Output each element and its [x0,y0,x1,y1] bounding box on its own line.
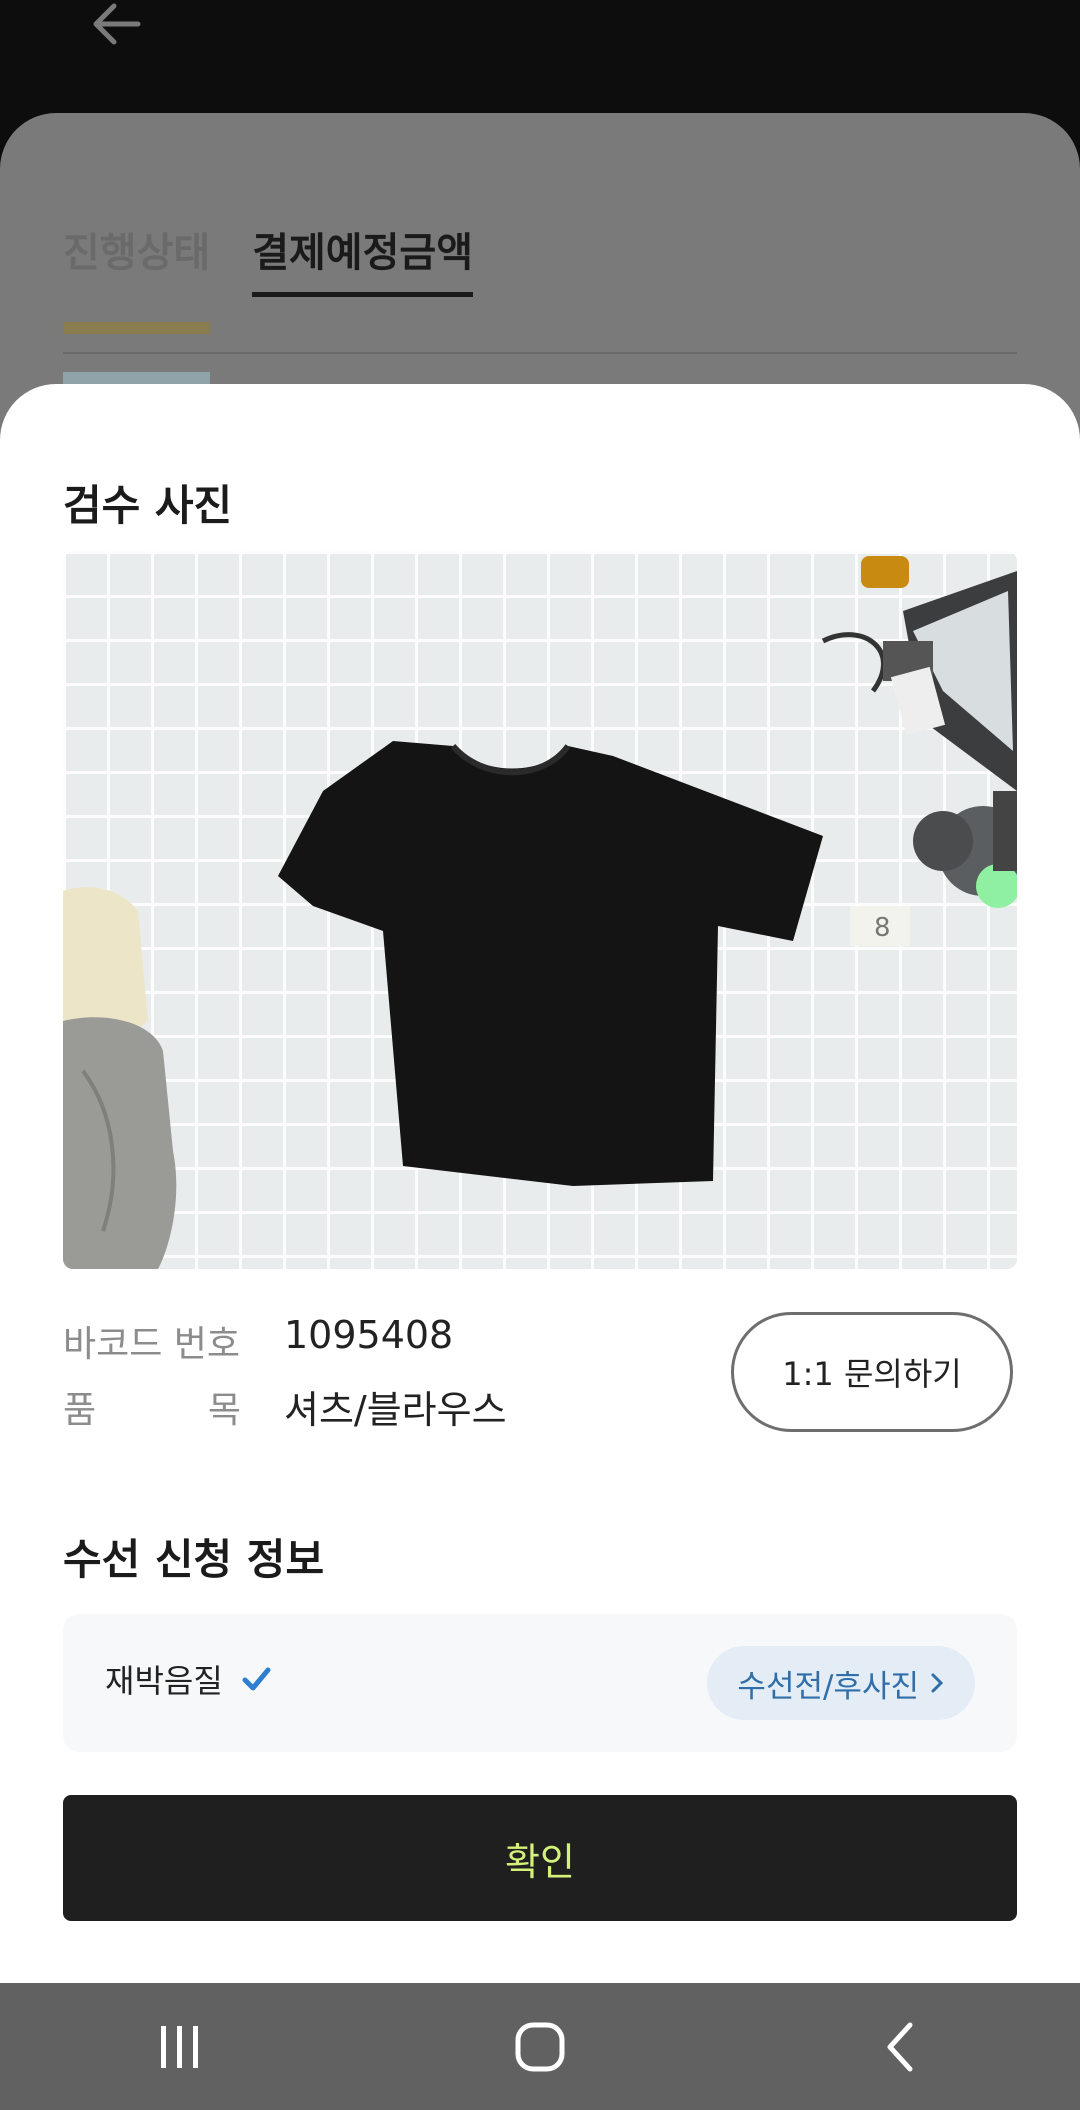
item-label: 품 목 [63,1381,241,1433]
home-icon [515,2022,565,2071]
background-thumbnail [63,322,210,334]
barcode-label: 바코드 번호 [63,1324,241,1365]
repair-item-label: 재박음질 [105,1662,223,1700]
repair-info-card: 재박음질 수선전/후사진 [63,1614,1017,1752]
check-icon [242,1667,271,1691]
tab-expected-payment[interactable]: 결제예정금액 [252,220,474,297]
inspection-modal: 검수 사진 8 바코드 번호 1095408 품 목 셔츠/블라우스 1:1 문… [0,384,1080,1984]
inspection-photo: 8 [63,551,1017,1269]
item-label-part: 목 [207,1390,241,1431]
repair-item: 재박음질 [105,1656,271,1702]
inquiry-button[interactable]: 1:1 문의하기 [731,1312,1013,1432]
item-value: 셔츠/블라우스 [284,1388,507,1432]
tab-progress-status[interactable]: 진행상태 [63,220,210,297]
back-arrow-icon[interactable] [88,0,148,50]
barcode-value: 1095408 [284,1313,454,1357]
photo-section-title: 검수 사진 [63,481,233,530]
back-button[interactable] [860,2007,940,2087]
chevron-right-icon [931,1673,944,1693]
background-tabs: 진행상태 결제예정금액 [63,220,474,297]
system-nav-bar [0,1983,1080,2110]
item-label-part: 품 [63,1390,97,1431]
before-after-photo-button[interactable]: 수선전/후사진 [707,1646,975,1720]
photo-number-tag: 8 [874,913,891,943]
back-icon [887,2022,913,2071]
repair-section-title: 수선 신청 정보 [63,1535,325,1584]
recent-apps-button[interactable] [140,2007,220,2087]
app-top-bar [0,0,1080,115]
photo-chip-label: 수선전/후사진 [737,1668,919,1705]
confirm-button[interactable]: 확인 [63,1795,1017,1921]
recent-apps-icon [161,2025,198,2068]
background-divider [63,352,1017,354]
home-button[interactable] [500,2007,580,2087]
